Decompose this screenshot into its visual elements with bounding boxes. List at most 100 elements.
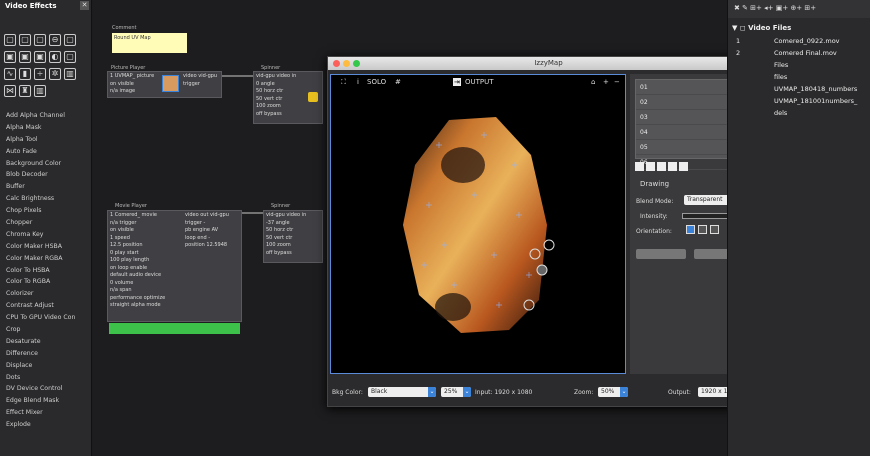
effect-list-item[interactable]: CPU To GPU Video Con: [6, 312, 90, 324]
delete-tool-icon[interactable]: [679, 162, 688, 171]
map-stage[interactable]: ⛶ i SOLO # ⇥ OUTPUT ⌂ + −: [330, 74, 626, 374]
picture-output[interactable]: video vid-gpu: [183, 73, 217, 81]
effect-category-icon[interactable]: ▣: [34, 51, 46, 63]
actor-input-port[interactable]: on loop enable: [110, 265, 180, 273]
video-files-header[interactable]: ▼ ◻ Video Files: [732, 24, 791, 32]
actor-input-port[interactable]: 50 vert ctr: [266, 235, 321, 243]
effect-list-item[interactable]: Desaturate: [6, 336, 90, 348]
file-row[interactable]: UVMAP_181001numbers_: [728, 96, 870, 107]
effect-list-item[interactable]: Difference: [6, 348, 90, 360]
file-row[interactable]: 1 Comered_0922.mov: [728, 36, 870, 47]
effect-list-item[interactable]: Chop Pixels: [6, 205, 90, 217]
actor-input-port[interactable]: straight alpha mode: [110, 302, 180, 310]
effect-category-icon[interactable]: ▢: [4, 34, 16, 46]
effect-list-item[interactable]: Displace: [6, 360, 90, 372]
actor-input-port[interactable]: vid-gpu video in: [266, 212, 321, 220]
actor-input-port[interactable]: 50 vert ctr: [256, 96, 306, 104]
triangle-tool-icon[interactable]: [646, 162, 655, 171]
actor-input-port[interactable]: 0 play start: [110, 250, 180, 258]
effect-list-item[interactable]: Contrast Adjust: [6, 300, 90, 312]
actor-input-port[interactable]: 50 horz ctr: [266, 227, 321, 235]
effect-list-item[interactable]: Auto Fade: [6, 146, 90, 158]
spinner-2-actor[interactable]: vid-gpu video in -37 angle 50 horz ctr 50 v…: [263, 210, 323, 263]
actor-output-port[interactable]: trigger -: [185, 220, 241, 228]
effect-list-item[interactable]: Color To HSBA: [6, 265, 90, 277]
actor-input-port[interactable]: 0 volume: [110, 280, 180, 288]
file-row[interactable]: files: [728, 72, 870, 83]
effect-category-icon[interactable]: ▢: [64, 34, 76, 46]
effect-list-item[interactable]: Buffer: [6, 181, 90, 193]
actor-input-port[interactable]: off bypass: [256, 111, 306, 119]
effect-category-icon[interactable]: ♜: [19, 85, 31, 97]
effect-category-icon[interactable]: ▢: [19, 34, 31, 46]
effect-category-icon[interactable]: ▥: [34, 85, 46, 97]
actor-input-port[interactable]: 100 zoom: [266, 242, 321, 250]
actor-input-port[interactable]: 1 speed: [110, 235, 180, 243]
effect-category-icon[interactable]: ÷: [34, 68, 46, 80]
effect-category-icon[interactable]: ▣: [19, 51, 31, 63]
bkg-color-select[interactable]: Black ⌄: [368, 387, 436, 397]
effect-list-item[interactable]: Colorizer: [6, 288, 90, 300]
actor-input-port[interactable]: on visible: [110, 227, 180, 235]
actor-input-port[interactable]: default audio device: [110, 272, 180, 280]
actor-input-port[interactable]: n/a image: [110, 88, 158, 96]
actor-input-port[interactable]: 50 horz ctr: [256, 88, 306, 96]
actor-input-port[interactable]: on visible: [110, 81, 158, 89]
actor-input-port[interactable]: off bypass: [266, 250, 321, 258]
izzymap-window[interactable]: IzzyMap ⛶ i SOLO # ⇥ OUTPUT ⌂ + − 01 02 …: [327, 56, 770, 407]
action-button-1[interactable]: [636, 249, 686, 259]
window-titlebar[interactable]: IzzyMap: [328, 57, 769, 70]
effect-list-item[interactable]: Effect Mixer: [6, 407, 90, 419]
movie-player-actor[interactable]: 1 Comered_ movie n/a trigger on visible 1 s…: [107, 210, 242, 322]
effect-category-icon[interactable]: ▮: [19, 68, 31, 80]
actor-input-port[interactable]: 100 zoom: [256, 103, 306, 111]
actor-input-port[interactable]: 12.5 position: [110, 242, 180, 250]
effect-list-item[interactable]: DV Device Control: [6, 383, 90, 395]
orientation-buttons[interactable]: [686, 225, 730, 235]
actor-input-port[interactable]: n/a trigger: [110, 220, 180, 228]
pen-tool-icon[interactable]: [668, 162, 677, 171]
effect-category-icon[interactable]: ◐: [49, 51, 61, 63]
actor-output-port[interactable]: position 12.5948: [185, 242, 241, 250]
ellipse-tool-icon[interactable]: [657, 162, 666, 171]
effect-category-icon[interactable]: ⋈: [4, 85, 16, 97]
effect-list-item[interactable]: Chroma Key: [6, 229, 90, 241]
effect-list-item[interactable]: Color Maker HSBA: [6, 241, 90, 253]
actor-input-port[interactable]: 0 angle: [256, 81, 306, 89]
effect-category-icon[interactable]: ▣: [4, 51, 16, 63]
file-row[interactable]: UVMAP_180418_numbers: [728, 84, 870, 95]
rect-tool-icon[interactable]: [635, 162, 644, 171]
effect-list-item[interactable]: Explode: [6, 419, 90, 431]
close-icon[interactable]: ✕: [80, 1, 89, 10]
picture-player-actor[interactable]: 1 UVMAP_ picture on visible n/a image vide…: [107, 71, 222, 98]
effect-category-icon[interactable]: ▥: [64, 68, 76, 80]
actor-input-port[interactable]: n/a span: [110, 287, 180, 295]
actor-output-port[interactable]: pb engine AV: [185, 227, 241, 235]
effect-list-item[interactable]: Color Maker RGBA: [6, 253, 90, 265]
file-row[interactable]: Files: [728, 60, 870, 71]
effect-list-item[interactable]: Color To RGBA: [6, 276, 90, 288]
files-toolbar[interactable]: ✖ ✎ ⊞+ ◂+ ▣+ ⊕+ ⊞+: [728, 0, 870, 18]
actor-output-port[interactable]: video out vid-gpu: [185, 212, 241, 220]
effect-category-icon[interactable]: ▢: [64, 51, 76, 63]
file-row[interactable]: dels: [728, 108, 870, 119]
actor-input-port[interactable]: vid-gpu video in: [256, 73, 306, 81]
comment-note[interactable]: Round UV Map: [112, 33, 187, 53]
actor-input-port[interactable]: performance optimize: [110, 295, 180, 303]
effect-list-item[interactable]: Alpha Mask: [6, 122, 90, 134]
stage-zoom-select[interactable]: 25% ⌄: [441, 387, 471, 397]
effect-list-item[interactable]: Alpha Tool: [6, 134, 90, 146]
actor-input-port[interactable]: 100 play length: [110, 257, 180, 265]
effect-category-icon[interactable]: ⊖: [49, 34, 61, 46]
effect-category-icon[interactable]: ✲: [49, 68, 61, 80]
effect-category-icon[interactable]: ▢: [34, 34, 46, 46]
effect-list-item[interactable]: Add Alpha Channel: [6, 110, 90, 122]
effect-list-item[interactable]: Crop: [6, 324, 90, 336]
actor-input-port[interactable]: -37 angle: [266, 220, 321, 228]
effect-list-item[interactable]: Chopper: [6, 217, 90, 229]
effect-list-item[interactable]: Calc Brightness: [6, 193, 90, 205]
mapped-image[interactable]: [331, 75, 627, 375]
zoom-select[interactable]: 50% ⌄: [598, 387, 628, 397]
effect-list-item[interactable]: Background Color: [6, 158, 90, 170]
picture-trigger[interactable]: trigger: [183, 81, 200, 89]
